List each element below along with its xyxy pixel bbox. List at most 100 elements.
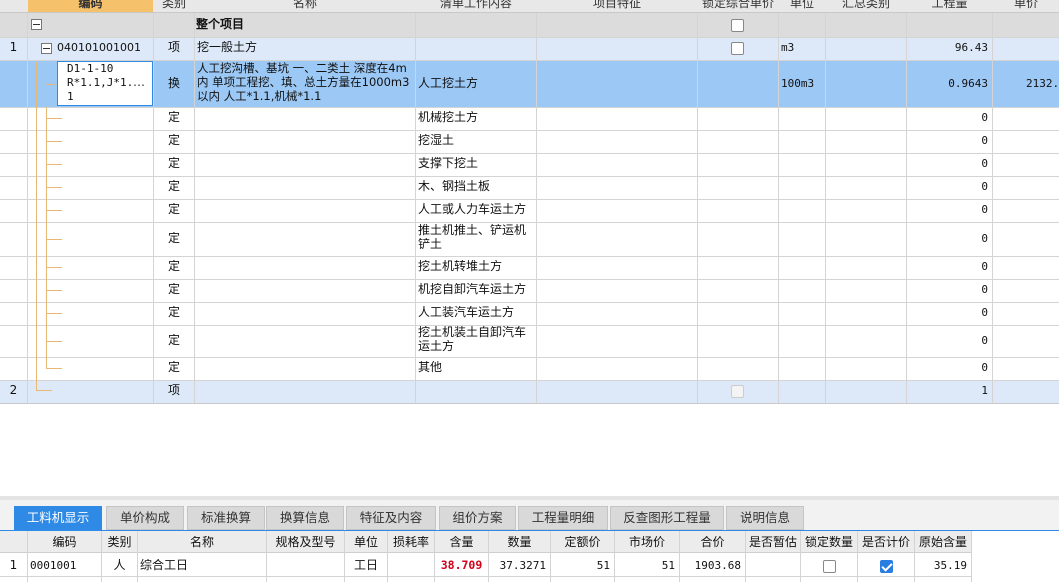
ding-type: 定 xyxy=(167,283,180,296)
brow-quota-price[interactable]: 51 xyxy=(551,560,614,573)
sub-unit: 100m3 xyxy=(781,78,815,90)
tab-description-info[interactable]: 说明信息 xyxy=(726,506,804,530)
bcol-header-code[interactable]: 编码 xyxy=(28,536,101,550)
brow-lock-qty-checkbox[interactable] xyxy=(823,560,836,573)
ding-type: 定 xyxy=(167,180,180,193)
col-header-code[interactable]: 编码 xyxy=(28,0,153,11)
sub-quantity[interactable]: 0.9643 xyxy=(907,78,992,91)
tree-branch xyxy=(46,313,62,314)
sub-name-line3[interactable]: 以内 人工*1.1,机械*1.1 xyxy=(197,90,321,103)
brow-market-price[interactable]: 51 xyxy=(615,560,679,573)
sub-code-line3: 1 xyxy=(67,91,74,103)
whole-project-label: 整个项目 xyxy=(196,18,245,31)
ding-quantity[interactable]: 0 xyxy=(907,362,992,375)
bcol-header-provisional[interactable]: 是否暂估 xyxy=(746,536,800,550)
sub-name-line1[interactable]: 人工挖沟槽、基坑 一、二类土 深度在4m xyxy=(197,62,407,75)
bcol-header-lock-qty[interactable]: 锁定数量 xyxy=(801,536,857,550)
row1-code[interactable]: 040101001001 xyxy=(57,42,141,55)
brow-original-content[interactable]: 35.19 xyxy=(915,560,971,573)
ding-quantity[interactable]: 0 xyxy=(907,204,992,217)
col-header-quantity[interactable]: 工程量 xyxy=(907,0,992,11)
row1-name[interactable]: 挖一般土方 xyxy=(197,41,257,55)
bcol-header-unit[interactable]: 单位 xyxy=(345,536,387,550)
brow-type: 人 xyxy=(113,559,126,572)
ding-work: 木、钢挡土板 xyxy=(418,180,491,193)
bcol-header-original-content[interactable]: 原始含量 xyxy=(915,536,971,550)
collapse-all-toggle[interactable] xyxy=(31,19,42,30)
row1-type: 项 xyxy=(167,41,180,54)
ding-quantity[interactable]: 0 xyxy=(907,284,992,297)
col-header-work[interactable]: 清单工作内容 xyxy=(416,0,536,11)
brow-unit: 工日 xyxy=(353,559,378,572)
brow-content[interactable]: 38.709 xyxy=(435,559,488,572)
ding-type: 定 xyxy=(167,306,180,319)
ding-quantity[interactable]: 0 xyxy=(907,112,992,125)
tab-conversion-info[interactable]: 换算信息 xyxy=(266,506,344,530)
top-grid-header: 编码 类别 名称 清单工作内容 项目特征 锁定综合单价 单位 汇总类别 工程量 … xyxy=(0,0,1059,13)
ding-quantity[interactable]: 0 xyxy=(907,158,992,171)
ding-work: 挖土机装土自卸汽车 xyxy=(418,326,527,339)
tab-unit-price-composition[interactable]: 单价构成 xyxy=(106,506,184,530)
whole-project-lock-checkbox[interactable] xyxy=(731,19,744,32)
bottom-grid: 编码 类别 名称 规格及型号 单位 损耗率 含量 数量 定额价 市场价 合价 是… xyxy=(0,531,1059,582)
tree-branch xyxy=(46,187,62,188)
ding-type: 定 xyxy=(167,232,180,245)
tab-reverse-graphic-quantity[interactable]: 反查图形工程量 xyxy=(610,506,724,530)
sub-code-line1: D1-1-10 xyxy=(67,63,114,75)
ding-quantity[interactable]: 0 xyxy=(907,261,992,274)
bcol-header-content[interactable]: 含量 xyxy=(435,536,488,550)
ding-type: 定 xyxy=(167,157,180,170)
ding-quantity[interactable]: 0 xyxy=(907,335,992,348)
tab-standard-conversion[interactable]: 标准换算 xyxy=(187,506,265,530)
sub-price: 2132.9 xyxy=(1026,78,1059,90)
bcol-header-total[interactable]: 合价 xyxy=(680,536,745,550)
brow-priced-checkbox[interactable] xyxy=(880,560,893,573)
col-header-name[interactable]: 名称 xyxy=(195,0,415,11)
bcol-header-name[interactable]: 名称 xyxy=(138,536,266,550)
col-header-unit[interactable]: 单位 xyxy=(779,0,825,11)
bcol-header-quota-price[interactable]: 定额价 xyxy=(551,536,614,550)
ding-quantity[interactable]: 0 xyxy=(907,307,992,320)
row1-collapse-toggle[interactable] xyxy=(41,43,52,54)
bcol-header-amount[interactable]: 数量 xyxy=(489,536,550,550)
tree-branch xyxy=(46,164,62,165)
sub-name-line2[interactable]: 内 单项工程挖、填、总土方量在1000m3 xyxy=(197,76,409,89)
col-header-summary[interactable]: 汇总类别 xyxy=(826,0,906,11)
tab-quantity-detail[interactable]: 工程量明细 xyxy=(518,506,608,530)
col-header-lock-price[interactable]: 锁定综合单价 xyxy=(698,0,778,11)
ding-quantity[interactable]: 0 xyxy=(907,181,992,194)
tree-line-sub xyxy=(46,84,56,85)
row2-quantity[interactable]: 1 xyxy=(907,385,992,398)
ding-work: 挖土机转堆土方 xyxy=(418,260,503,273)
bcol-header-spec[interactable]: 规格及型号 xyxy=(267,536,344,550)
ding-quantity[interactable]: 0 xyxy=(907,135,992,148)
tree-branch xyxy=(46,239,62,240)
col-header-price[interactable]: 单价 xyxy=(993,0,1059,11)
tab-pricing-scheme[interactable]: 组价方案 xyxy=(439,506,516,530)
col-header-feature[interactable]: 项目特征 xyxy=(537,0,697,11)
bcol-header-type[interactable]: 类别 xyxy=(102,536,137,550)
row1-lock-checkbox[interactable] xyxy=(731,42,744,55)
ding-work: 其他 xyxy=(418,361,443,374)
brow-code[interactable]: 0001001 xyxy=(30,560,76,573)
tree-branch xyxy=(46,118,62,119)
ding-type: 定 xyxy=(167,260,180,273)
tree-line-row2 xyxy=(36,390,52,391)
row2-lock-checkbox[interactable] xyxy=(731,385,744,398)
bcol-header-market-price[interactable]: 市场价 xyxy=(615,536,679,550)
top-grid: 编码 类别 名称 清单工作内容 项目特征 锁定综合单价 单位 汇总类别 工程量 … xyxy=(0,0,1059,404)
ding-work-line2: 运土方 xyxy=(418,340,455,353)
ding-work: 推土机推土、铲运机 xyxy=(418,224,527,237)
row1-quantity[interactable]: 96.43 xyxy=(907,42,992,55)
sub-work[interactable]: 人工挖土方 xyxy=(418,77,478,91)
brow-name[interactable]: 综合工日 xyxy=(140,559,188,573)
col-header-type[interactable]: 类别 xyxy=(154,0,194,11)
bcol-header-loss-rate[interactable]: 损耗率 xyxy=(388,536,434,550)
ding-quantity[interactable]: 0 xyxy=(907,233,992,246)
tab-labor-material-machine[interactable]: 工料机显示 xyxy=(14,506,102,530)
tab-features-content[interactable]: 特征及内容 xyxy=(346,506,436,530)
brow-amount[interactable]: 37.3271 xyxy=(489,560,550,573)
bcol-header-priced[interactable]: 是否计价 xyxy=(858,536,914,550)
ding-work-line2: 铲土 xyxy=(418,238,443,251)
sub-code-more-button[interactable]: … xyxy=(133,76,145,90)
